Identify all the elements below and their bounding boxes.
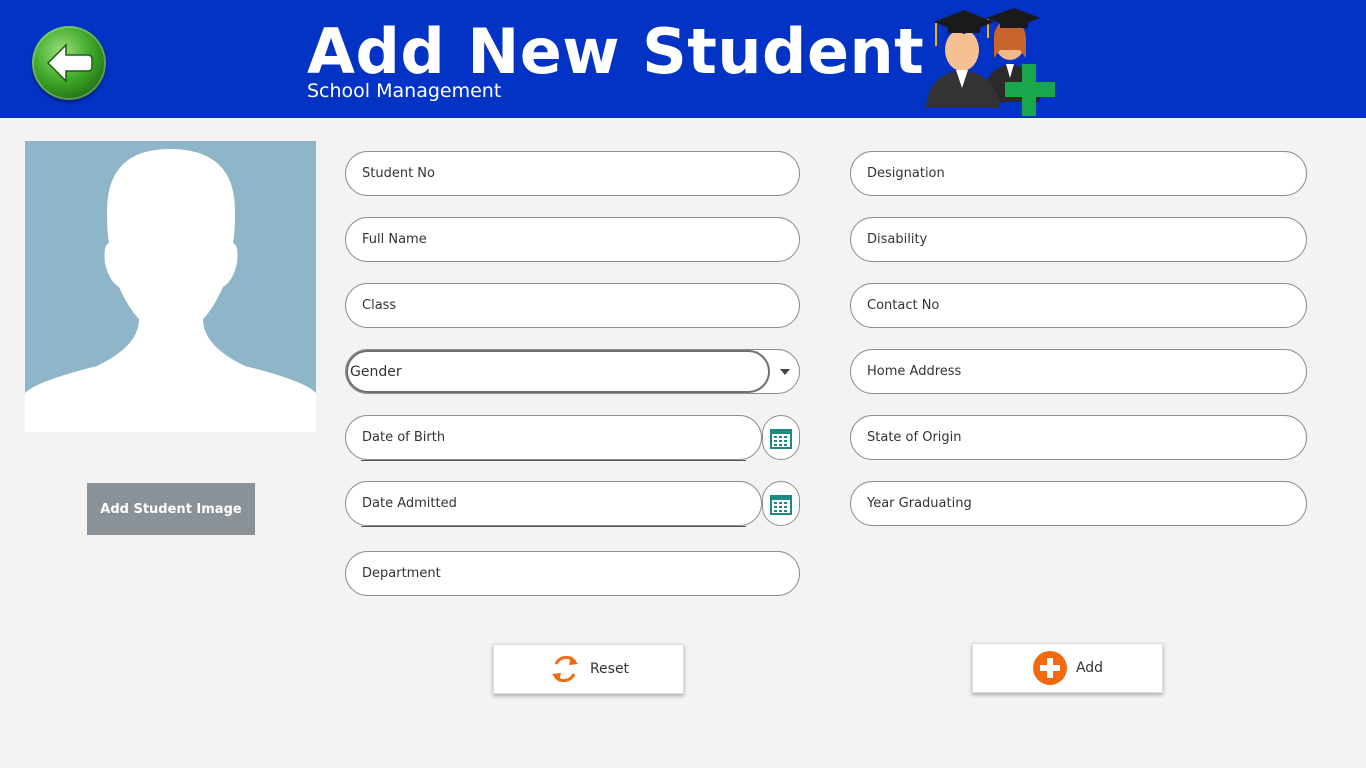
refresh-icon bbox=[551, 655, 578, 683]
page-title: Add New Student bbox=[307, 15, 925, 88]
page-subtitle: School Management bbox=[307, 80, 502, 102]
add-student-window: Add New Student School Management Add St… bbox=[0, 0, 1366, 768]
date-admitted-underline bbox=[361, 526, 746, 527]
header-bar: Add New Student School Management bbox=[0, 0, 1366, 118]
designation-field[interactable]: Designation bbox=[850, 151, 1307, 196]
back-arrow-icon bbox=[46, 43, 93, 83]
home-address-field[interactable]: Home Address bbox=[850, 349, 1307, 394]
graduates-add-icon bbox=[926, 8, 1055, 116]
reset-button[interactable]: Reset bbox=[493, 644, 684, 694]
calendar-icon bbox=[770, 494, 792, 515]
back-button[interactable] bbox=[32, 26, 106, 100]
gender-select-label: Gender bbox=[346, 350, 770, 393]
calendar-icon bbox=[770, 428, 792, 449]
student-photo-placeholder bbox=[25, 141, 316, 432]
contact-no-field[interactable]: Contact No bbox=[850, 283, 1307, 328]
date-admitted-calendar-button[interactable] bbox=[762, 481, 800, 526]
person-silhouette-icon bbox=[25, 141, 316, 432]
plus-circle-icon bbox=[1032, 651, 1067, 685]
chevron-down-icon[interactable] bbox=[780, 369, 790, 375]
disability-field[interactable]: Disability bbox=[850, 217, 1307, 262]
date-of-birth-calendar-button[interactable] bbox=[762, 415, 800, 460]
add-student-image-button[interactable]: Add Student Image bbox=[87, 483, 255, 535]
gender-dropdown[interactable]: Gender bbox=[345, 349, 800, 394]
add-label: Add bbox=[1075, 660, 1104, 676]
date-admitted-field[interactable]: Date Admitted bbox=[345, 481, 762, 526]
full-name-field[interactable]: Full Name bbox=[345, 217, 800, 262]
reset-label: Reset bbox=[589, 661, 630, 677]
date-of-birth-underline bbox=[361, 460, 746, 461]
add-button[interactable]: Add bbox=[972, 643, 1163, 693]
date-of-birth-field[interactable]: Date of Birth bbox=[345, 415, 762, 460]
class-field[interactable]: Class bbox=[345, 283, 800, 328]
student-no-field[interactable]: Student No bbox=[345, 151, 800, 196]
department-field[interactable]: Department bbox=[345, 551, 800, 596]
year-graduating-field[interactable]: Year Graduating bbox=[850, 481, 1307, 526]
state-of-origin-field[interactable]: State of Origin bbox=[850, 415, 1307, 460]
